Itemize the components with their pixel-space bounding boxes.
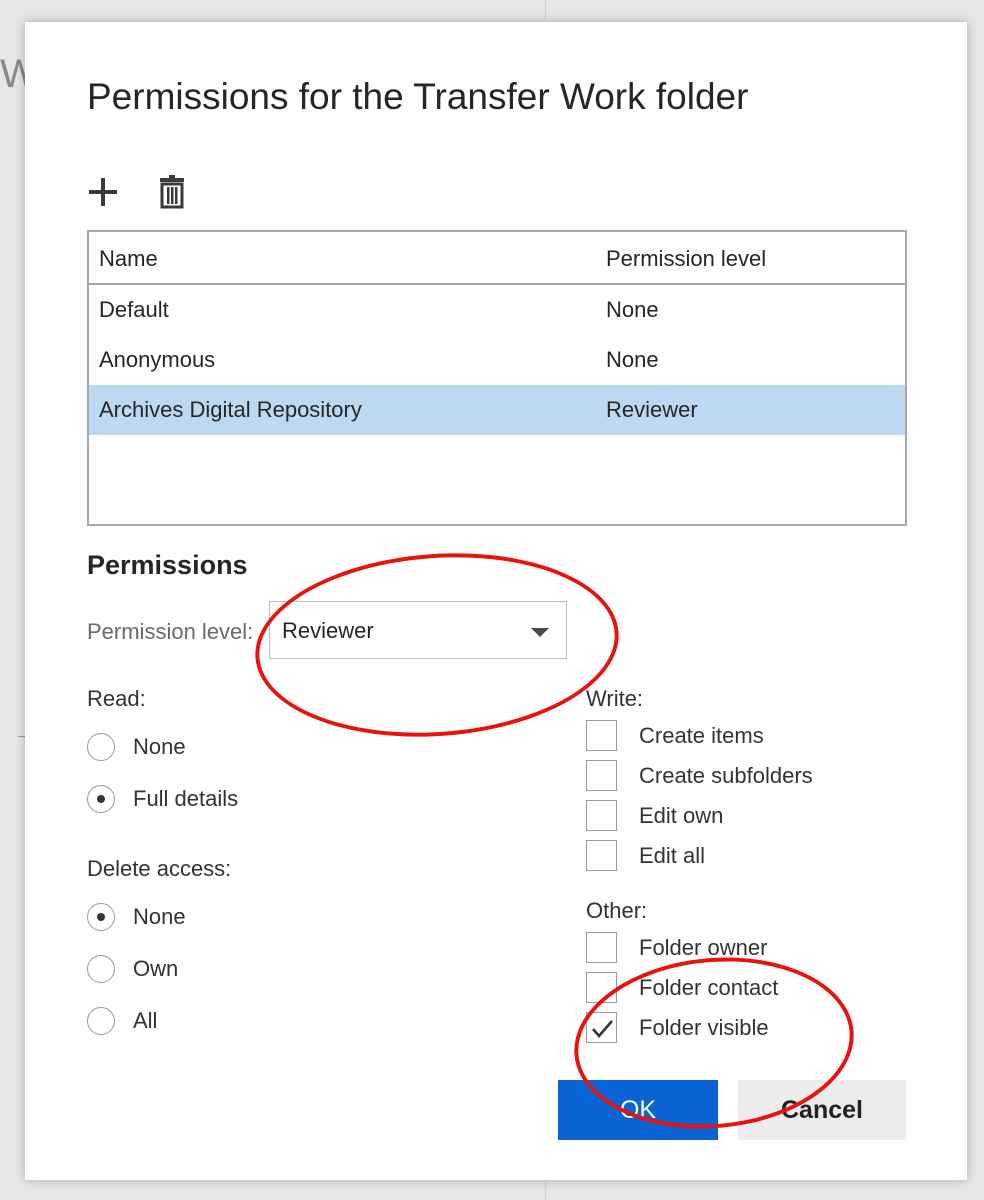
checkbox-box: [586, 932, 617, 963]
ok-button[interactable]: OK: [558, 1080, 718, 1140]
checkbox-label: Folder owner: [639, 935, 768, 960]
checkbox-label: Folder visible: [639, 1015, 769, 1040]
checkmark-icon: [592, 1020, 613, 1038]
cancel-button[interactable]: Cancel: [738, 1080, 906, 1140]
write-label: Write:: [586, 686, 644, 711]
row-name: Archives Digital Repository: [99, 397, 362, 422]
radio-label: All: [133, 1008, 158, 1033]
permission-level-label: Permission level:: [87, 619, 254, 644]
trash-icon: [160, 175, 184, 209]
table-row-selected[interactable]: Archives Digital Repository Reviewer: [89, 385, 905, 435]
radio-circle: [87, 1007, 115, 1035]
permissions-table: Name Permission level Default None Anony…: [87, 230, 907, 526]
checkbox-label: Create subfolders: [639, 763, 813, 788]
add-permission-button[interactable]: [83, 172, 123, 212]
delete-permission-button[interactable]: [152, 172, 192, 212]
chevron-down-icon: [531, 628, 549, 637]
read-label: Read:: [87, 686, 146, 711]
table-row[interactable]: Anonymous None: [89, 335, 905, 385]
checkbox-box: [586, 800, 617, 831]
radio-label: Full details: [133, 786, 239, 811]
radio-circle: [87, 903, 115, 931]
radio-label: Own: [133, 956, 179, 981]
permissions-dialog: Permissions for the Transfer Work folder…: [25, 22, 967, 1180]
table-row[interactable]: Default None: [89, 285, 905, 335]
checkbox-box: [586, 720, 617, 751]
table-header: Name Permission level: [89, 232, 905, 285]
checkbox-label: Edit all: [639, 843, 706, 868]
checkbox-label: Folder contact: [639, 975, 779, 1000]
checkbox-box: [586, 840, 617, 871]
permission-level-value: Reviewer: [282, 618, 374, 643]
row-permission-level: Reviewer: [606, 397, 698, 422]
radio-circle: [87, 955, 115, 983]
column-header-name[interactable]: Name: [99, 232, 158, 286]
radio-circle: [87, 733, 115, 761]
delete-access-label: Delete access:: [87, 856, 232, 881]
column-header-permission-level[interactable]: Permission level: [606, 232, 766, 286]
checkbox-box: [586, 972, 617, 1003]
permissions-section-title: Permissions: [87, 550, 248, 580]
radio-label: None: [133, 904, 186, 929]
other-label: Other:: [586, 898, 648, 923]
row-permission-level: None: [606, 297, 659, 322]
radio-label: None: [133, 734, 186, 759]
checkbox-label: Create items: [639, 723, 764, 748]
row-permission-level: None: [606, 347, 659, 372]
row-name: Default: [99, 297, 169, 322]
checkbox-label: Edit own: [639, 803, 724, 828]
permission-level-dropdown[interactable]: Reviewer: [269, 601, 567, 659]
checkbox-box: [586, 760, 617, 791]
dialog-title: Permissions for the Transfer Work folder: [87, 76, 749, 117]
radio-circle: [87, 785, 115, 813]
row-name: Anonymous: [99, 347, 216, 372]
plus-icon: [89, 178, 117, 206]
checkbox-box: [586, 1012, 617, 1043]
